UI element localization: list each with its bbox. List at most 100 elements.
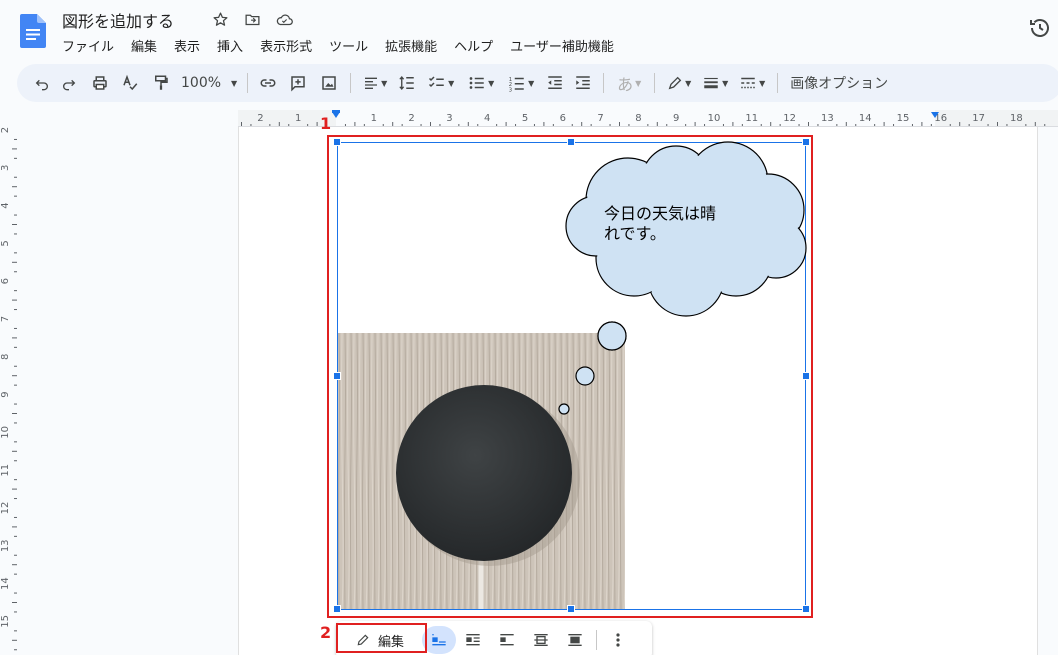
ruler-label: 3	[446, 113, 452, 124]
paint-format-icon[interactable]	[145, 69, 177, 97]
more-options-icon[interactable]	[601, 626, 635, 654]
document-title[interactable]: 図形を追加する	[62, 8, 174, 32]
ruler-label: 13	[0, 539, 11, 552]
menu-extensions[interactable]: 拡張機能	[385, 36, 445, 55]
ruler-label: 12	[0, 502, 11, 515]
ruler-label: 1	[295, 113, 301, 124]
ruler-label: 17	[972, 113, 985, 124]
ruler-label: 15	[0, 615, 11, 628]
thought-bubble-trail	[558, 321, 627, 415]
ruler-label: 11	[745, 113, 758, 124]
menu-format[interactable]: 表示形式	[260, 36, 320, 55]
behind-text-icon[interactable]	[524, 626, 558, 654]
zoom-select[interactable]: 100% ▼	[177, 69, 241, 97]
highlight-box-edit	[336, 623, 427, 653]
resize-handle-top[interactable]	[567, 138, 575, 146]
ruler-label: 7	[597, 113, 603, 124]
ruler-label: 8	[0, 354, 11, 360]
toolbar-divider	[777, 73, 779, 93]
resize-handle-top-right[interactable]	[802, 138, 810, 146]
main-toolbar: 100% ▼ ▼ ▼ ▼ 123 ▼ あ ▼ ▼ ▼ ▼ 画像オプション	[17, 64, 1058, 102]
chevron-down-icon: ▼	[528, 78, 535, 88]
spellcheck-icon[interactable]	[115, 69, 145, 97]
ruler-label: 11	[0, 464, 11, 477]
chevron-down-icon: ▼	[759, 78, 766, 88]
bubble-text-line-1: 今日の天気は晴	[604, 204, 717, 223]
bubble-text[interactable]: 今日の天気は晴 れです。	[604, 204, 754, 244]
border-color-icon[interactable]: ▼	[661, 69, 697, 97]
ruler-label: 2	[0, 127, 11, 133]
zoom-value: 100%	[181, 75, 222, 91]
checklist-icon[interactable]: ▼	[421, 69, 461, 97]
in-front-of-text-icon[interactable]	[558, 626, 592, 654]
toolbar-divider	[603, 73, 605, 93]
menu-insert[interactable]: 挿入	[217, 36, 251, 55]
ruler-label: 4	[484, 113, 490, 124]
redo-icon[interactable]	[53, 69, 85, 97]
ruler-label: 12	[783, 113, 796, 124]
border-weight-icon[interactable]: ▼	[697, 69, 733, 97]
annotation-number-2: 2	[320, 623, 332, 642]
add-comment-icon[interactable]	[282, 69, 314, 97]
ruler-label: 9	[673, 113, 679, 124]
chevron-down-icon: ▼	[381, 78, 388, 88]
undo-icon[interactable]	[31, 69, 53, 97]
chevron-down-icon: ▼	[722, 78, 729, 88]
resize-handle-bottom-right[interactable]	[802, 605, 810, 613]
image-options-button[interactable]: 画像オプション	[790, 73, 888, 93]
insert-image-icon[interactable]	[314, 69, 344, 97]
ruler-label: 13	[821, 113, 834, 124]
menu-file[interactable]: ファイル	[62, 36, 122, 55]
vertical-ruler[interactable]: 2 3 4 5 6 7 8 9 10 11 12 13 14 15	[0, 127, 17, 655]
input-tools-label: あ	[617, 75, 634, 94]
ruler-label: 15	[897, 113, 910, 124]
ruler-label: 6	[560, 113, 566, 124]
toolbar-divider	[596, 630, 598, 650]
toolbar-divider	[350, 73, 352, 93]
menu-tools[interactable]: ツール	[329, 36, 376, 55]
wrap-inline-icon[interactable]	[422, 626, 457, 654]
increase-indent-icon[interactable]	[569, 69, 597, 97]
ruler-label: 9	[0, 391, 11, 397]
google-docs-logo-icon[interactable]	[20, 14, 46, 48]
resize-handle-right[interactable]	[802, 372, 810, 380]
ruler-label: 8	[635, 113, 641, 124]
print-icon[interactable]	[85, 69, 115, 97]
input-tools-button[interactable]: あ ▼	[610, 69, 648, 97]
ruler-label: 10	[0, 426, 11, 439]
ruler-label: 1	[371, 113, 377, 124]
resize-handle-bottom[interactable]	[567, 605, 575, 613]
menu-help[interactable]: ヘルプ	[454, 36, 501, 55]
ruler-label: 2	[257, 113, 263, 124]
star-icon[interactable]	[210, 9, 230, 29]
svg-text:3: 3	[509, 87, 512, 92]
break-text-icon[interactable]	[490, 626, 524, 654]
align-left-icon[interactable]: ▼	[357, 69, 393, 97]
ruler-label: 2	[408, 113, 414, 124]
cloud-saved-icon[interactable]	[274, 9, 294, 29]
ruler-label: 10	[708, 113, 721, 124]
chevron-down-icon: ▼	[635, 78, 642, 88]
menu-accessibility[interactable]: ユーザー補助機能	[510, 36, 622, 55]
resize-handle-top-left[interactable]	[333, 138, 341, 146]
line-spacing-icon[interactable]	[393, 69, 421, 97]
move-folder-icon[interactable]	[242, 9, 262, 29]
chevron-down-icon: ▼	[448, 78, 455, 88]
bulleted-list-icon[interactable]: ▼	[461, 69, 501, 97]
menu-view[interactable]: 表示	[174, 36, 208, 55]
chevron-down-icon: ▼	[488, 78, 495, 88]
chevron-down-icon: ▼	[685, 78, 692, 88]
horizontal-ruler[interactable]: 2 1 1 2 3 4 5 6 7 8 9 10 11 12 13 14 15 16 17 18	[238, 110, 1058, 127]
ruler-label: 5	[0, 240, 11, 246]
numbered-list-icon[interactable]: 123 ▼	[501, 69, 541, 97]
ruler-label: 5	[522, 113, 528, 124]
resize-handle-bottom-left[interactable]	[333, 605, 341, 613]
border-dash-icon[interactable]: ▼	[733, 69, 771, 97]
ruler-label: 4	[0, 202, 11, 208]
version-history-icon[interactable]	[1028, 16, 1052, 40]
insert-link-icon[interactable]	[254, 69, 282, 97]
wrap-text-icon[interactable]	[456, 626, 490, 654]
resize-handle-left[interactable]	[333, 372, 341, 380]
decrease-indent-icon[interactable]	[541, 69, 569, 97]
menu-edit[interactable]: 編集	[131, 36, 165, 55]
